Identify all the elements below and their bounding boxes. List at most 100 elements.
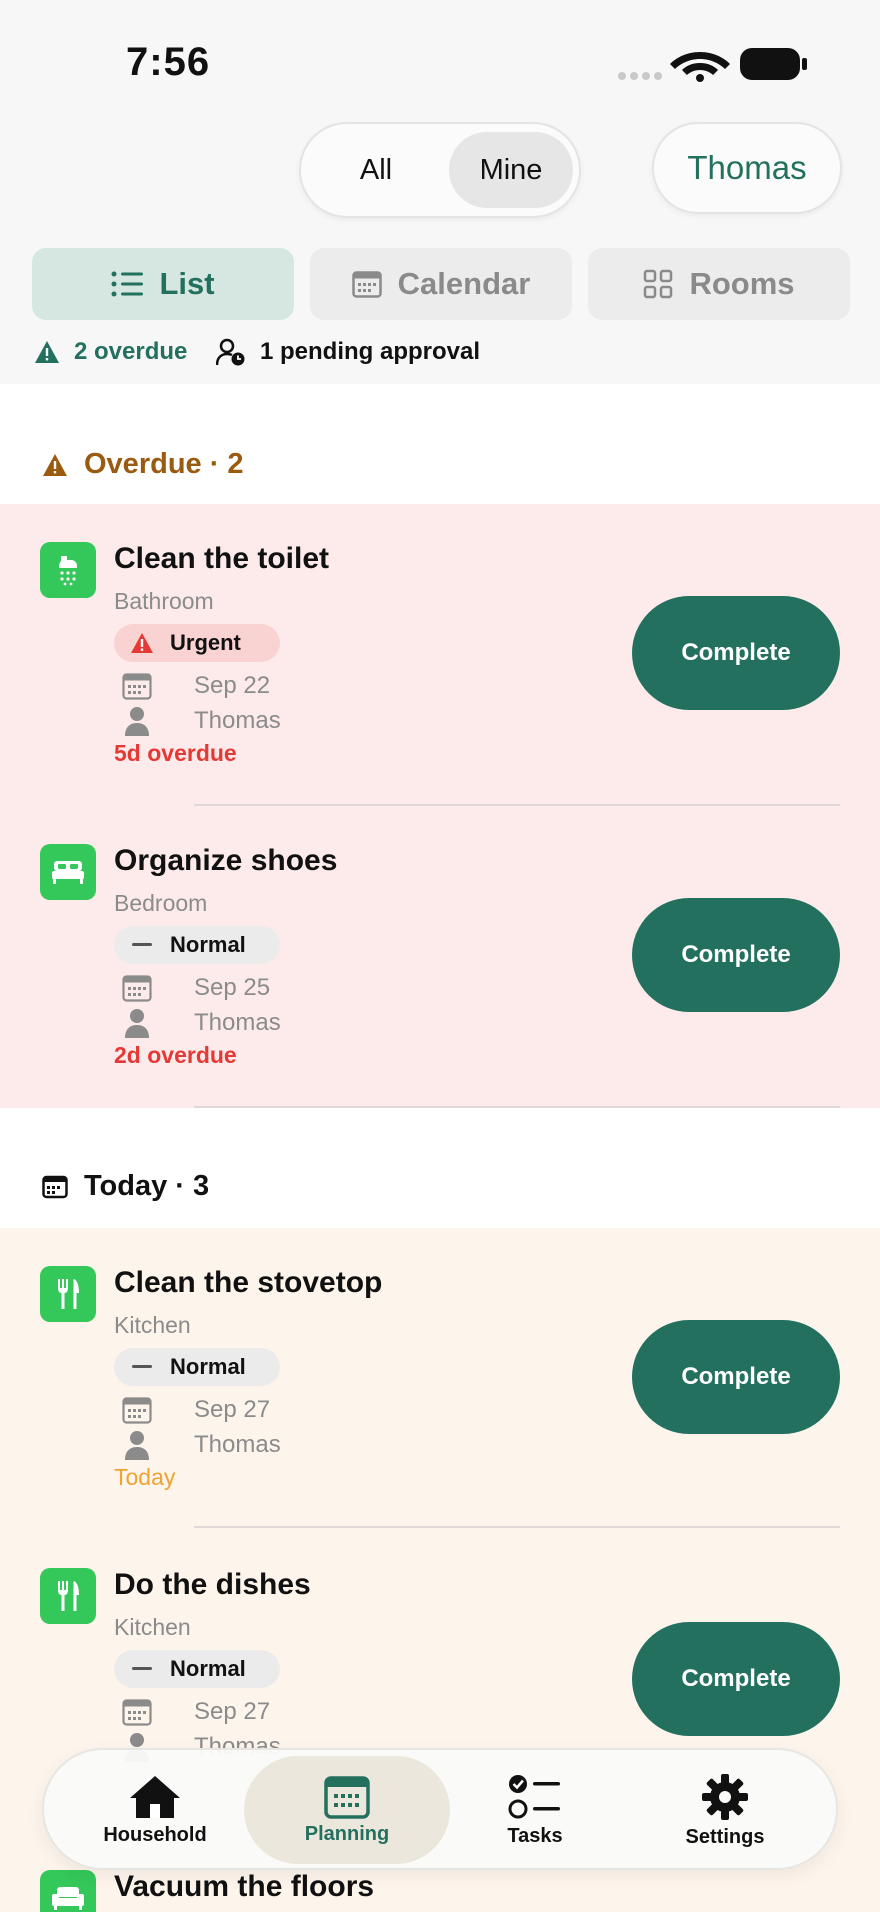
assignee-filter: All Mine xyxy=(299,122,581,218)
battery-icon xyxy=(740,48,807,80)
task-title: Organize shoes xyxy=(114,844,338,877)
due-date-text: Sep 22 xyxy=(194,672,271,699)
tab-settings[interactable]: Settings xyxy=(630,1756,820,1864)
task-status: 5d overdue xyxy=(114,740,237,766)
overdue-summary[interactable]: 2 overdue xyxy=(34,334,187,370)
complete-button[interactable]: Complete xyxy=(632,596,840,710)
task-room: Bedroom xyxy=(114,890,208,916)
due-date: Sep 27 xyxy=(114,1696,270,1728)
alert-icon xyxy=(131,633,153,653)
due-date: Sep 25 xyxy=(114,972,270,1004)
assignee: Thomas xyxy=(114,1007,281,1039)
assignee-text: Thomas xyxy=(194,707,281,734)
task-item[interactable]: Organize shoes Bedroom Normal Sep 25 Tho… xyxy=(0,844,880,1144)
task-title: Clean the toilet xyxy=(114,542,330,575)
assignee: Thomas xyxy=(114,1429,281,1461)
bottom-tab-bar: Household Planning Tasks Settings xyxy=(42,1748,838,1870)
bed-icon xyxy=(40,844,96,900)
tab-household-label: Household xyxy=(103,1823,207,1846)
tab-tasks[interactable]: Tasks xyxy=(440,1756,630,1864)
complete-button[interactable]: Complete xyxy=(632,1320,840,1434)
complete-button[interactable]: Complete xyxy=(632,898,840,1012)
priority-label: Normal xyxy=(170,1354,246,1379)
fork-knife-icon xyxy=(40,1568,96,1624)
task-room: Kitchen xyxy=(114,1614,191,1640)
fork-knife-icon xyxy=(40,1266,96,1322)
task-room: Bathroom xyxy=(114,588,214,614)
pending-summary-text: 1 pending approval xyxy=(260,338,481,365)
filter-all[interactable]: All xyxy=(311,132,441,208)
house-icon xyxy=(130,1775,180,1818)
overdue-summary-text: 2 overdue xyxy=(74,338,188,365)
gear-icon xyxy=(702,1773,748,1820)
shower-icon xyxy=(40,542,96,598)
task-status: 2d overdue xyxy=(114,1042,237,1068)
task-title[interactable]: Vacuum the floors xyxy=(114,1870,374,1904)
due-date-text: Sep 25 xyxy=(194,974,271,1001)
tab-calendar[interactable]: Calendar xyxy=(310,248,572,320)
due-date: Sep 22 xyxy=(114,670,270,702)
grid-icon xyxy=(644,269,673,299)
priority-badge: Normal xyxy=(114,926,280,964)
tab-rooms[interactable]: Rooms xyxy=(588,248,850,320)
task-item[interactable]: Clean the stovetop Kitchen Normal Sep 27… xyxy=(0,1266,880,1566)
today-section-header: Today · 3 xyxy=(42,1170,209,1203)
wifi-icon xyxy=(670,52,730,82)
divider xyxy=(194,1106,840,1108)
calendar-icon xyxy=(122,1699,152,1726)
task-title: Do the dishes xyxy=(114,1568,311,1601)
calendar-icon xyxy=(351,271,382,298)
user-button[interactable]: Thomas xyxy=(652,122,842,214)
assignee: Thomas xyxy=(114,705,281,737)
calendar-icon xyxy=(42,1175,68,1198)
signal-icon xyxy=(618,72,662,80)
overdue-section-title: Overdue · 2 xyxy=(84,448,244,480)
tab-rooms-label: Rooms xyxy=(689,266,795,301)
person-icon xyxy=(125,1009,149,1038)
calendar-icon xyxy=(122,673,152,700)
pending-summary[interactable]: 1 pending approval xyxy=(216,334,480,370)
warning-icon xyxy=(43,453,67,476)
priority-label: Normal xyxy=(170,1656,246,1681)
tab-calendar-label: Calendar xyxy=(397,266,531,301)
task-room: Kitchen xyxy=(114,1312,191,1338)
sofa-icon xyxy=(40,1870,96,1912)
priority-badge: Normal xyxy=(114,1650,280,1688)
due-date: Sep 27 xyxy=(114,1394,270,1426)
warning-icon xyxy=(35,341,59,363)
calendar-icon xyxy=(122,1397,152,1424)
assignee-text: Thomas xyxy=(194,1431,281,1458)
due-date-text: Sep 27 xyxy=(194,1698,271,1725)
tab-settings-label: Settings xyxy=(685,1825,765,1848)
tab-planning-label: Planning xyxy=(304,1822,390,1845)
divider xyxy=(194,1526,840,1528)
tab-planning[interactable]: Planning xyxy=(244,1756,450,1864)
minus-icon xyxy=(132,943,152,946)
complete-button[interactable]: Complete xyxy=(632,1622,840,1736)
priority-label: Normal xyxy=(170,932,246,957)
checklist-icon xyxy=(508,1774,560,1818)
task-title: Clean the stovetop xyxy=(114,1266,383,1299)
priority-badge: Normal xyxy=(114,1348,280,1386)
planning-calendar-icon xyxy=(324,1775,370,1819)
minus-icon xyxy=(132,1667,152,1670)
due-date-text: Sep 27 xyxy=(194,1396,271,1423)
divider xyxy=(194,804,840,806)
task-item[interactable]: Clean the toilet Bathroom Urgent Sep 22 … xyxy=(0,542,880,842)
calendar-icon xyxy=(122,975,152,1002)
minus-icon xyxy=(132,1365,152,1368)
person-clock-icon xyxy=(216,338,245,366)
priority-label: Urgent xyxy=(170,630,241,655)
filter-mine[interactable]: Mine xyxy=(449,132,573,208)
tab-tasks-label: Tasks xyxy=(507,1824,563,1847)
assignee-text: Thomas xyxy=(194,1009,281,1036)
today-section-title: Today · 3 xyxy=(84,1170,210,1202)
priority-badge: Urgent xyxy=(114,624,280,662)
tab-list[interactable]: List xyxy=(32,248,294,320)
tab-list-label: List xyxy=(159,266,215,301)
list-icon xyxy=(111,271,144,297)
tab-household[interactable]: Household xyxy=(60,1756,250,1864)
person-icon xyxy=(125,707,149,736)
person-icon xyxy=(125,1431,149,1460)
status-icons xyxy=(618,46,808,82)
